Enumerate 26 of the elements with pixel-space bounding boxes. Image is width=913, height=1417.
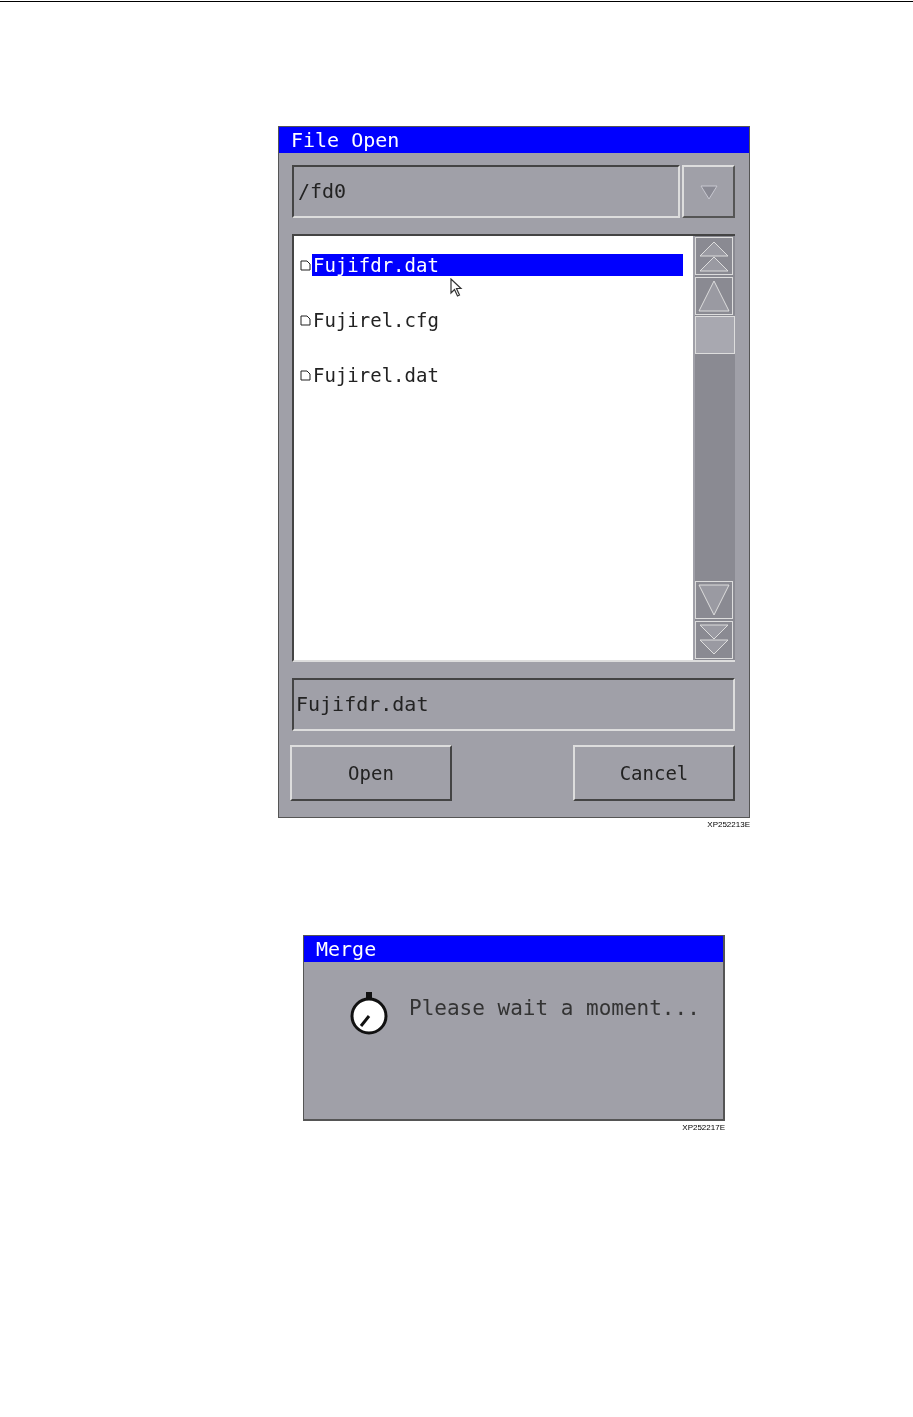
scroll-down-button[interactable]: [695, 581, 733, 619]
double-down-arrow-icon: [697, 623, 731, 657]
down-arrow-icon: [697, 583, 731, 617]
scroll-thumb[interactable]: [695, 316, 735, 354]
dropdown-button[interactable]: [682, 165, 735, 218]
scroll-top-button[interactable]: [695, 237, 733, 275]
file-list-item[interactable]: Fujifdr.dat: [312, 254, 683, 276]
file-icon: [300, 369, 311, 381]
figure-code: XP252213E: [706, 820, 750, 829]
figure-code: XP252217E: [681, 1123, 725, 1132]
up-arrow-icon: [697, 279, 731, 313]
dialog-button[interactable]: Open: [290, 745, 452, 801]
status-message: Please wait a moment...: [409, 996, 700, 1020]
path-field[interactable]: /fd0: [292, 165, 680, 218]
scroll-up-button[interactable]: [695, 277, 733, 315]
file-list-item[interactable]: Fujirel.dat: [312, 364, 683, 386]
file-name-field[interactable]: Fujifdr.dat: [292, 678, 735, 731]
dialog-button[interactable]: Cancel: [573, 745, 735, 801]
double-up-arrow-icon: [697, 239, 731, 273]
window-title: File Open: [279, 127, 749, 153]
file-list-item[interactable]: Fujirel.cfg: [312, 309, 683, 331]
scroll-bottom-button[interactable]: [695, 621, 733, 659]
scroll-bar[interactable]: [695, 236, 735, 660]
file-icon: [300, 314, 311, 326]
mouse-pointer-icon: [450, 278, 464, 298]
window-title: Merge: [304, 936, 723, 962]
